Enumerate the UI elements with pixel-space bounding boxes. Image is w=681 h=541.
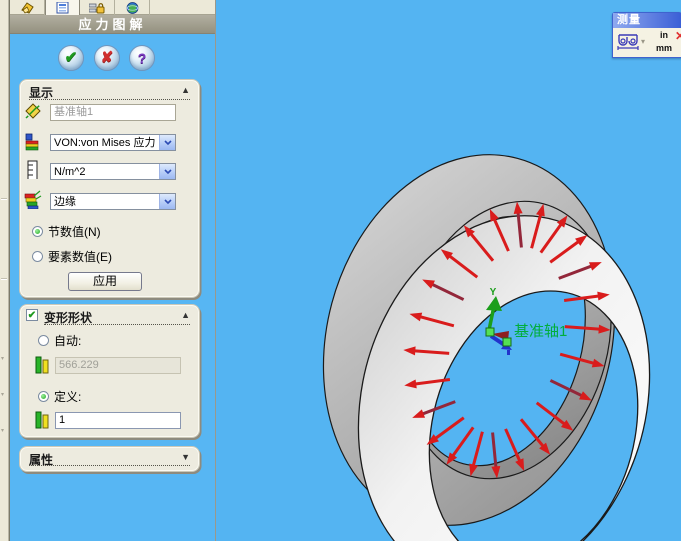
chevron-down-icon (163, 139, 172, 145)
measure-toolbar-body: ▾ in mm ✕ (613, 28, 681, 57)
collapse-arrow-icon[interactable]: ▲ (181, 85, 190, 95)
web-globe-icon (126, 2, 138, 14)
panel-title: 应力图解 (10, 15, 215, 34)
defined-label: 定义: (54, 389, 82, 404)
deformed-shape-header[interactable]: 变形形状 ▲ (44, 309, 190, 325)
dropdown-button[interactable] (159, 194, 175, 209)
property-manager-panel: 应力图解 ✔ ✘ ? 显示 ▲ 基准轴1 VON:von Mises 应力 N/… (9, 0, 216, 541)
configuration-lock-icon (89, 3, 105, 14)
dropdown-button[interactable] (159, 164, 175, 179)
y-axis-label: Y (490, 287, 497, 298)
unit-in-label: in (660, 30, 668, 40)
panel-tabstrip (10, 0, 215, 15)
tab-featuremanager[interactable] (10, 0, 45, 15)
deformed-shape-group: ✔ 变形形状 ▲ 自动: 566.229 定义: 1 (19, 304, 200, 438)
auto-scale-input: 566.229 (55, 357, 181, 374)
chevron-down-icon[interactable]: ▾ (641, 37, 645, 46)
measure-toolbar: 测量 ▾ in mm ✕ (612, 12, 681, 58)
triad-handle[interactable] (485, 327, 495, 337)
units-value: N/m^2 (54, 166, 86, 178)
units-combo[interactable]: N/m^2 (50, 163, 176, 180)
ring-model: Y 基准轴1 (322, 154, 651, 541)
apply-button[interactable]: 应用 (68, 272, 142, 291)
stress-plot-icon (25, 133, 39, 151)
boundary-value: 边缘 (54, 196, 76, 208)
check-icon: ✔ (64, 49, 78, 66)
auto-radio-row[interactable]: 自动: (38, 333, 82, 348)
boundary-combo[interactable]: 边缘 (50, 193, 176, 210)
collapse-arrow-icon[interactable]: ▼ (181, 452, 190, 462)
divider (1, 278, 7, 279)
element-values-radio-row[interactable]: 要素数值(E) (32, 249, 112, 264)
auto-label: 自动: (54, 333, 82, 348)
chevron-down-icon (163, 168, 172, 174)
left-toolbar-strip: ▾ ▾ ▾ (0, 0, 9, 541)
close-icon: ✘ (100, 49, 114, 66)
help-button[interactable]: ? (129, 45, 155, 71)
units-indicator[interactable]: in mm (653, 29, 675, 55)
axis-icon (25, 103, 41, 119)
properties-group-header[interactable]: 属性 ▼ (29, 451, 190, 467)
element-values-label: 要素数值(E) (48, 249, 112, 264)
ok-button[interactable]: ✔ (58, 45, 84, 71)
chevron-down-icon: ▾ (1, 428, 5, 434)
radio-icon[interactable] (32, 225, 43, 237)
datum-axis-label[interactable]: 基准轴1 (514, 323, 567, 340)
chevron-down-icon: ▾ (1, 392, 5, 398)
chevron-down-icon: ▾ (1, 356, 5, 362)
triad-handle[interactable] (502, 337, 512, 347)
divider (29, 465, 190, 466)
cancel-button[interactable]: ✘ (94, 45, 120, 71)
tab-web[interactable] (115, 0, 150, 15)
viewport-3d[interactable]: Y 基准轴1 测量 ▾ in mm ✕ (216, 0, 681, 541)
scale-factor-icon (35, 411, 49, 429)
defined-radio-row[interactable]: 定义: (38, 389, 82, 404)
divider (29, 99, 190, 100)
display-group-label: 显示 (29, 86, 54, 100)
defined-scale-input[interactable]: 1 (55, 412, 181, 429)
solidworks-window: ▾ ▾ ▾ 应力图解 ✔ ✘ ? 显示 ▲ 基准轴1 VON:von Mises… (0, 0, 681, 541)
radio-icon[interactable] (38, 334, 49, 346)
tab-propertymanager[interactable] (45, 0, 80, 15)
stress-component-combo[interactable]: VON:von Mises 应力 (50, 134, 176, 151)
radio-icon[interactable] (32, 250, 43, 262)
node-values-label: 节数值(N) (48, 224, 101, 239)
radio-icon[interactable] (38, 390, 49, 402)
tab-configurations[interactable] (80, 0, 115, 15)
divider (44, 324, 190, 325)
deformed-shape-label: 变形形状 (44, 311, 93, 325)
axis-reference-input[interactable]: 基准轴1 (50, 104, 176, 121)
stress-component-value: VON:von Mises 应力 (54, 137, 156, 149)
fringe-options-icon (24, 190, 42, 209)
node-values-radio-row[interactable]: 节数值(N) (32, 224, 101, 239)
featuremanager-icon (20, 2, 34, 14)
measure-caliper-icon[interactable] (616, 31, 640, 53)
units-ruler-icon (27, 160, 38, 179)
collapse-arrow-icon[interactable]: ▲ (181, 310, 190, 320)
dropdown-button[interactable] (159, 135, 175, 150)
scale-factor-icon (35, 356, 49, 374)
chevron-down-icon (163, 198, 172, 204)
divider (1, 198, 7, 199)
properties-group: 属性 ▼ (19, 446, 200, 472)
close-icon[interactable]: ✕ (675, 29, 681, 43)
propertymanager-icon (56, 2, 69, 14)
display-group-header[interactable]: 显示 ▲ (29, 84, 190, 100)
measure-toolbar-title[interactable]: 测量 (613, 13, 681, 28)
display-group: 显示 ▲ 基准轴1 VON:von Mises 应力 N/m^2 边缘 节数值(… (19, 79, 200, 298)
deformed-shape-checkbox[interactable]: ✔ (26, 309, 38, 321)
unit-mm-label: mm (655, 43, 672, 53)
question-icon: ? (137, 50, 147, 66)
panel-action-buttons: ✔ ✘ ? (10, 44, 215, 74)
